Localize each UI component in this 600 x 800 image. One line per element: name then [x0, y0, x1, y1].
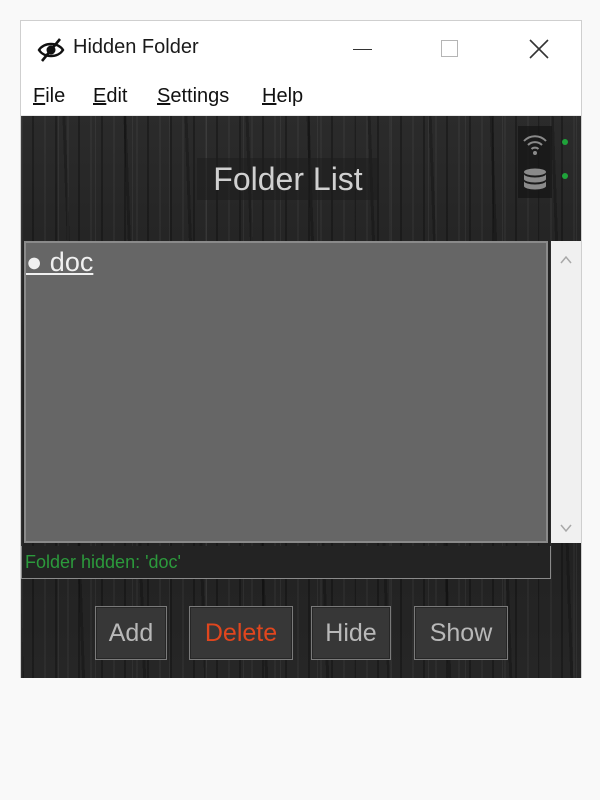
app-window: Hidden Folder File Edit Settings Help Fo… — [20, 20, 582, 678]
scroll-down-icon[interactable] — [559, 521, 573, 535]
menu-help[interactable]: Help — [262, 85, 303, 108]
add-button[interactable]: Add — [95, 606, 167, 660]
delete-button[interactable]: Delete — [189, 606, 293, 660]
show-button[interactable]: Show — [414, 606, 508, 660]
menu-file[interactable]: File — [33, 85, 65, 108]
hide-button[interactable]: Hide — [311, 606, 391, 660]
menu-edit[interactable]: Edit — [93, 85, 127, 108]
wifi-status-dot — [562, 139, 568, 145]
minimize-icon — [353, 49, 372, 50]
folder-list[interactable]: ● doc — [24, 241, 548, 543]
list-item[interactable]: ● doc — [26, 247, 93, 278]
eye-slash-icon — [37, 37, 65, 63]
menu-settings[interactable]: Settings — [157, 85, 229, 108]
content-area: Folder List ● doc Folder hidden: 'doc' A… — [21, 116, 581, 678]
menu-bar: File Edit Settings Help — [21, 79, 581, 116]
status-indicators — [518, 126, 552, 198]
minimize-button[interactable] — [329, 21, 393, 79]
close-button[interactable] — [507, 21, 571, 79]
scroll-up-icon[interactable] — [559, 253, 573, 267]
maximize-button[interactable] — [417, 21, 481, 79]
wifi-icon — [522, 132, 548, 160]
database-icon — [523, 168, 547, 198]
folder-list-heading: Folder List — [197, 158, 379, 200]
vertical-scrollbar[interactable] — [551, 241, 581, 543]
window-title: Hidden Folder — [73, 36, 199, 58]
database-status-dot — [562, 173, 568, 179]
close-icon — [529, 39, 549, 59]
status-message: Folder hidden: 'doc' — [25, 552, 181, 572]
title-bar[interactable]: Hidden Folder — [21, 21, 581, 79]
maximize-icon — [441, 40, 458, 57]
status-bar: Folder hidden: 'doc' — [21, 546, 551, 579]
